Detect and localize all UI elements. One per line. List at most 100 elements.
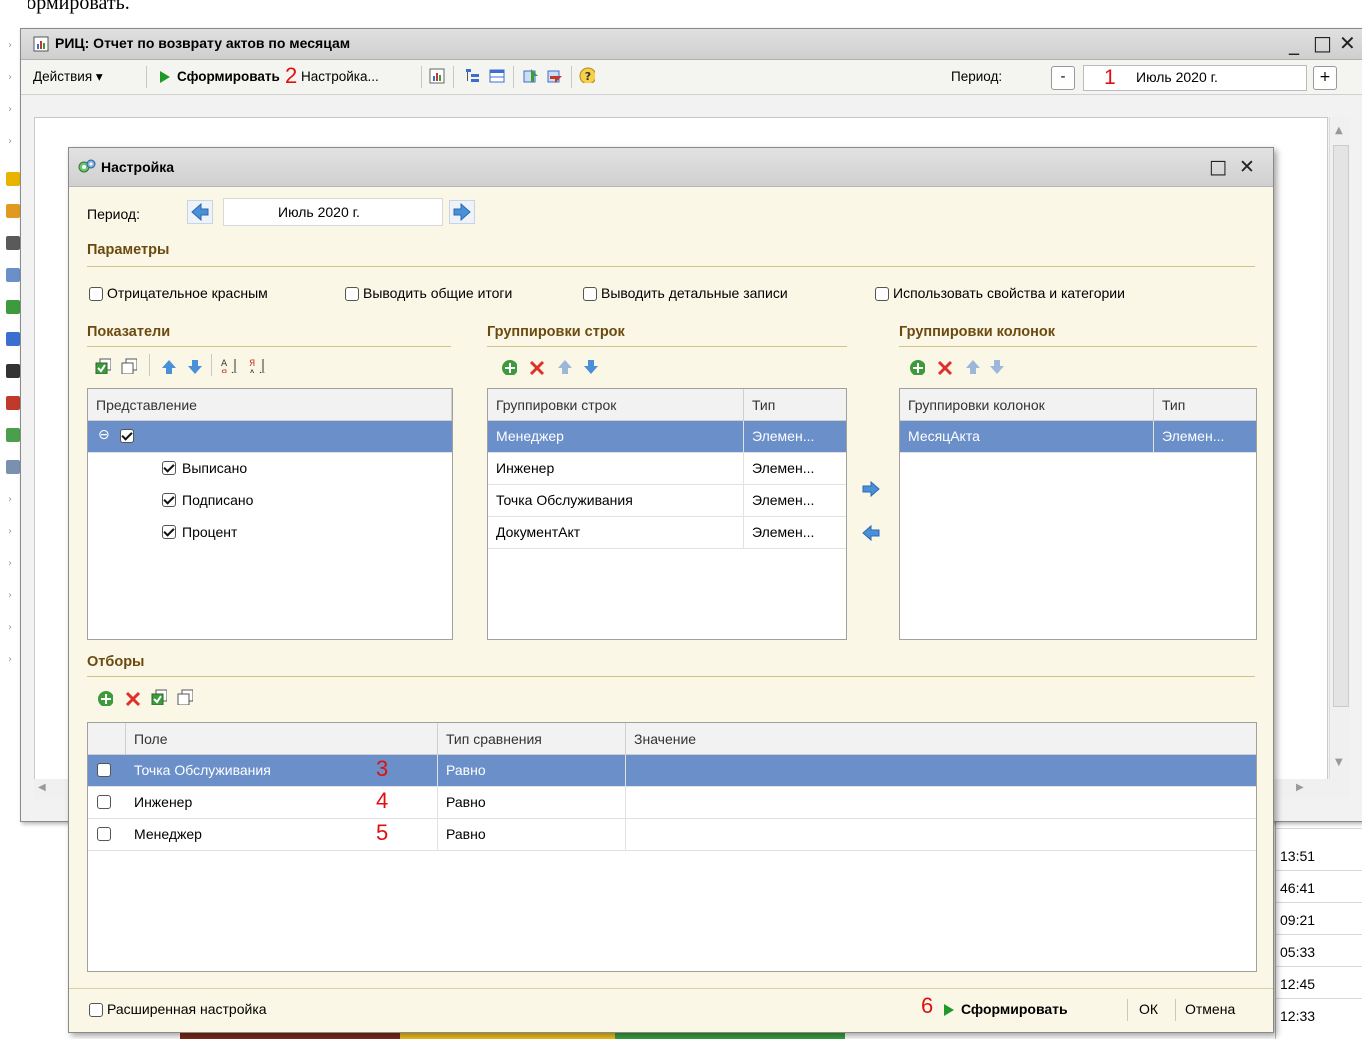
annotation-marker: 3	[376, 756, 389, 781]
filter-value[interactable]	[626, 819, 1256, 850]
filter-comparison[interactable]: Равно	[438, 787, 626, 818]
filter-value[interactable]	[626, 755, 1256, 786]
delete-icon[interactable]	[937, 360, 953, 376]
actions-menu-button[interactable]: Действия ▾	[33, 69, 103, 85]
scroll-thumb[interactable]	[1333, 145, 1349, 707]
filter-enabled-checkbox[interactable]	[97, 827, 111, 841]
section-title-row-groupings: Группировки строк	[487, 324, 625, 340]
move-down-icon[interactable]	[187, 359, 203, 375]
move-to-columns-icon[interactable]	[861, 480, 881, 498]
main-title-bar[interactable]: РИЦ: Отчет по возврату актов по месяцам …	[21, 29, 1362, 60]
collapse-icon[interactable]: ⊖	[98, 427, 110, 443]
column-header[interactable]: Тип сравнения	[438, 723, 626, 755]
column-header[interactable]: Значение	[626, 723, 1256, 755]
dialog-generate-button[interactable]: Сформировать	[961, 1001, 1068, 1017]
settings-button[interactable]: Настройка...	[301, 69, 379, 84]
move-up-icon[interactable]	[557, 359, 573, 375]
uncheck-all-icon[interactable]	[121, 358, 137, 374]
section-title-parameters: Параметры	[87, 242, 170, 258]
move-down-icon[interactable]	[583, 359, 599, 375]
option-totals-checkbox[interactable]	[345, 287, 359, 301]
save-settings-icon[interactable]	[547, 68, 563, 84]
option-label: Выводить общие итоги	[363, 285, 513, 301]
table-cell: Менеджер	[488, 421, 744, 452]
add-icon[interactable]	[909, 359, 925, 375]
option-properties-categories-checkbox[interactable]	[875, 287, 889, 301]
filter-field: Инженер	[126, 787, 438, 818]
indicator-row[interactable]: Процент	[88, 517, 452, 549]
move-up-icon[interactable]	[161, 359, 177, 375]
dialog-period-input[interactable]: Июль 2020 г.	[223, 198, 443, 226]
indicators-root-row[interactable]: ⊖	[88, 421, 452, 453]
table-row[interactable]: Менеджер Элемен...	[488, 421, 846, 453]
move-down-icon[interactable]	[989, 359, 1005, 375]
delete-icon[interactable]	[529, 360, 545, 376]
table-row[interactable]: МесяцАкта Элемен...	[900, 421, 1256, 453]
filter-row[interactable]: Точка Обслуживания 3 Равно	[88, 755, 1256, 787]
filter-comparison[interactable]: Равно	[438, 819, 626, 850]
period-decrement-button[interactable]: -	[1051, 66, 1075, 90]
table-row[interactable]: Инженер Элемен...	[488, 453, 846, 485]
vertical-scrollbar[interactable]: ▲ ▼	[1329, 117, 1350, 797]
scroll-down-icon[interactable]: ▼	[1335, 757, 1343, 768]
column-header[interactable]: Группировки строк	[488, 389, 744, 421]
period-increment-button[interactable]: +	[1313, 66, 1337, 90]
check-all-icon[interactable]	[95, 358, 111, 374]
column-header[interactable]: Тип	[1154, 389, 1256, 421]
help-icon[interactable]: ?	[579, 67, 595, 83]
settings-dialog: Настройка □ ✕ Период: Июль 2020 г. Парам…	[68, 147, 1274, 1033]
table-icon[interactable]	[489, 68, 505, 84]
scroll-left-icon[interactable]: ◀	[38, 782, 46, 793]
filter-enabled-checkbox[interactable]	[97, 795, 111, 809]
option-negative-red-checkbox[interactable]	[89, 287, 103, 301]
column-header[interactable]: Представление	[88, 389, 452, 421]
column-header[interactable]: Группировки колонок	[900, 389, 1154, 421]
dialog-title-bar[interactable]: Настройка □ ✕	[69, 148, 1273, 187]
add-icon[interactable]	[97, 690, 113, 706]
add-icon[interactable]	[501, 359, 517, 375]
table-row[interactable]: ДокументАкт Элемен...	[488, 517, 846, 549]
column-header[interactable]: Поле	[126, 723, 438, 755]
indicator-row[interactable]: Подписано	[88, 485, 452, 517]
indicator-label: Процент	[182, 524, 238, 540]
scroll-up-icon[interactable]: ▲	[1335, 125, 1343, 136]
chart-icon[interactable]	[429, 68, 445, 84]
filter-row[interactable]: Менеджер 5 Равно	[88, 819, 1256, 851]
uncheck-all-icon[interactable]	[177, 689, 193, 705]
filter-enabled-checkbox[interactable]	[97, 763, 111, 777]
svg-text:Я: Я	[249, 359, 255, 369]
option-detail-records-checkbox[interactable]	[583, 287, 597, 301]
annotation-marker: 2	[285, 63, 298, 88]
delete-icon[interactable]	[125, 691, 141, 707]
root-checkbox[interactable]	[120, 429, 134, 443]
svg-text:A: A	[221, 359, 228, 369]
move-up-icon[interactable]	[965, 359, 981, 375]
filter-row[interactable]: Инженер 4 Равно	[88, 787, 1256, 819]
close-button[interactable]: ✕	[1339, 31, 1356, 55]
column-header[interactable]: Тип	[744, 389, 846, 421]
table-row[interactable]: Точка Обслуживания Элемен...	[488, 485, 846, 517]
load-settings-icon[interactable]	[523, 68, 539, 84]
cancel-button[interactable]: Отмена	[1185, 1001, 1235, 1017]
arrow-left-icon[interactable]	[187, 200, 213, 224]
extended-settings-checkbox[interactable]	[89, 1003, 103, 1017]
indicator-label: Выписано	[182, 460, 248, 476]
indicator-row[interactable]: Выписано	[88, 453, 452, 485]
check-all-icon[interactable]	[151, 689, 167, 705]
dialog-maximize-button[interactable]: □	[1209, 156, 1227, 178]
scroll-right-icon[interactable]: ▶	[1296, 782, 1304, 793]
filter-comparison[interactable]: Равно	[438, 755, 626, 786]
sort-descending-icon[interactable]: ЯA	[249, 357, 265, 373]
period-input[interactable]: 1 Июль 2020 г.	[1083, 65, 1307, 91]
minimize-button[interactable]: _	[1289, 31, 1299, 55]
sort-ascending-icon[interactable]: AЯ	[221, 357, 237, 373]
tree-structure-icon[interactable]	[465, 68, 481, 84]
filter-value[interactable]	[626, 787, 1256, 818]
period-value: Июль 2020 г.	[1136, 69, 1218, 85]
move-to-rows-icon[interactable]	[861, 524, 881, 542]
generate-button[interactable]: Сформировать	[177, 69, 280, 84]
ok-button[interactable]: ОК	[1139, 1001, 1158, 1017]
maximize-button[interactable]: □	[1313, 31, 1332, 55]
arrow-right-icon[interactable]	[449, 200, 475, 224]
dialog-close-button[interactable]: ✕	[1239, 156, 1255, 178]
